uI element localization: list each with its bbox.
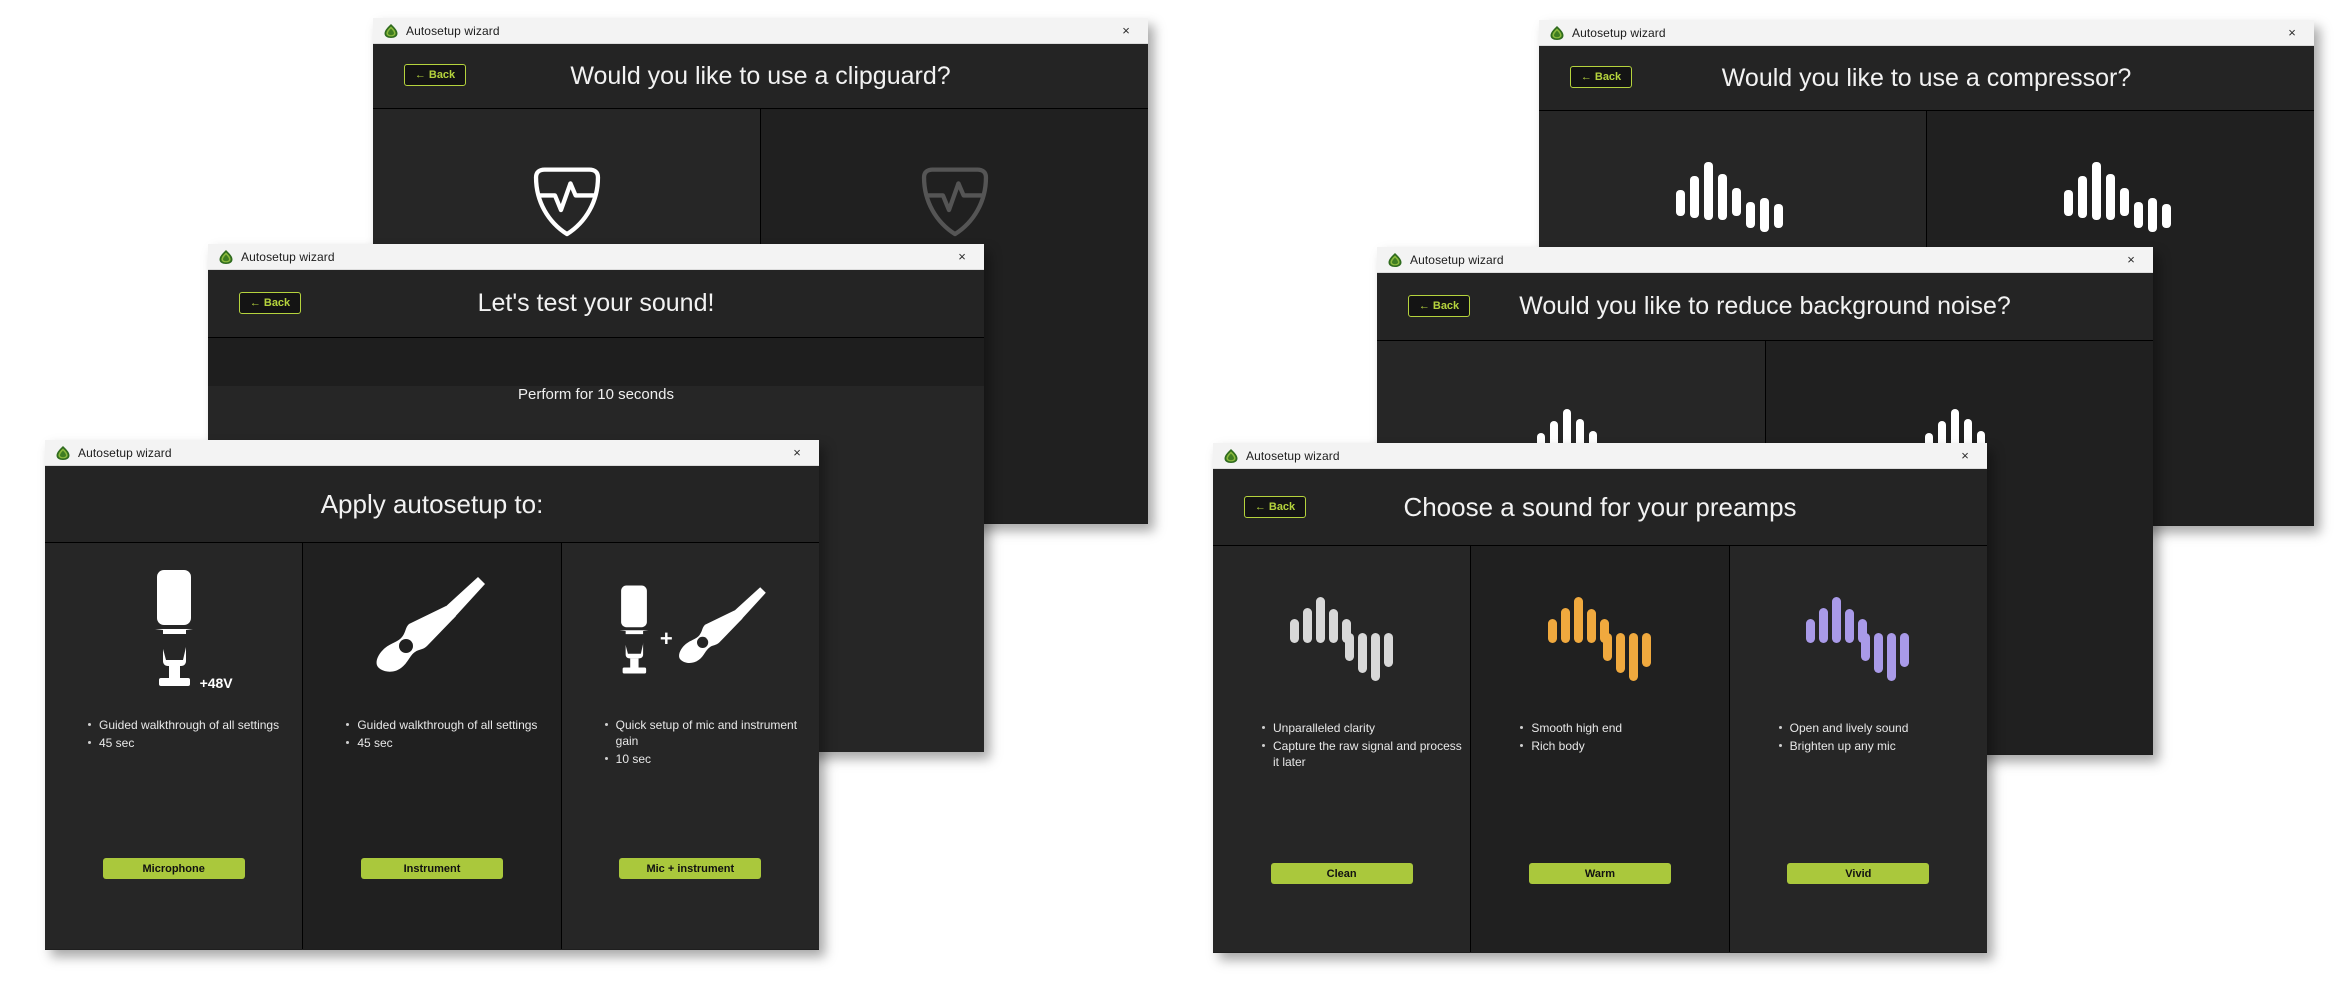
- page-title: Let's test your sound!: [477, 289, 715, 317]
- back-button[interactable]: ← Back: [1570, 66, 1632, 88]
- list-item: Rich body: [1519, 738, 1622, 754]
- feature-list: Guided walkthrough of all settings 45 se…: [87, 717, 279, 753]
- feature-list: Guided walkthrough of all settings 45 se…: [345, 717, 537, 753]
- window-title: Autosetup wizard: [1410, 252, 1504, 267]
- list-item: 10 sec: [604, 751, 819, 767]
- page-title: Choose a sound for your preamps: [1403, 491, 1797, 522]
- titlebar[interactable]: Autosetup wizard ×: [45, 440, 819, 466]
- list-item: Smooth high end: [1519, 720, 1622, 736]
- close-icon[interactable]: ×: [1943, 443, 1987, 469]
- page-title: Apply autosetup to:: [320, 488, 544, 519]
- waveform-warm-icon-zone: [1471, 558, 1728, 708]
- list-item: Quick setup of mic and instrument gain: [604, 717, 819, 749]
- window-title: Autosetup wizard: [241, 249, 335, 264]
- option-warm[interactable]: Smooth high end Rich body Warm: [1470, 546, 1729, 952]
- options-row: +48V Guided walkthrough of all settings …: [45, 543, 819, 949]
- list-item: 45 sec: [345, 735, 537, 751]
- header-band: Apply autosetup to:: [45, 466, 819, 543]
- back-button[interactable]: ← Back: [239, 292, 301, 314]
- feature-list: Quick setup of mic and instrument gain 1…: [604, 717, 819, 769]
- autosetup-leaf-icon: [56, 445, 70, 460]
- clipguard-off-icon: [921, 167, 988, 237]
- option-microphone[interactable]: +48V Guided walkthrough of all settings …: [45, 543, 303, 949]
- titlebar[interactable]: Autosetup wizard ×: [1539, 20, 2314, 46]
- plus-icon: +: [659, 626, 673, 651]
- microphone-icon: [619, 585, 649, 674]
- window-title: Autosetup wizard: [406, 23, 500, 38]
- titlebar[interactable]: Autosetup wizard ×: [208, 244, 984, 270]
- autosetup-leaf-icon: [1550, 25, 1564, 40]
- autosetup-leaf-icon: [384, 23, 398, 38]
- instrument-button[interactable]: Instrument: [360, 858, 503, 879]
- compressor-on-waveform-icon: [1675, 162, 1783, 232]
- window-title: Autosetup wizard: [1246, 448, 1340, 463]
- waveform-clean-icon-zone: [1213, 558, 1470, 708]
- waveform-clean-icon: [1289, 597, 1393, 681]
- mic-plus-instrument-button[interactable]: Mic + instrument: [619, 858, 762, 879]
- titlebar[interactable]: Autosetup wizard ×: [373, 18, 1148, 44]
- compressor-off-waveform-icon: [2063, 162, 2171, 232]
- feature-list: Open and lively sound Brighten up any mi…: [1778, 720, 1909, 756]
- list-item: Guided walkthrough of all settings: [345, 717, 537, 733]
- waveform-vivid-icon-zone: [1730, 558, 1987, 708]
- autosetup-leaf-icon: [1224, 448, 1238, 463]
- clipguard-on-icon: [533, 167, 600, 237]
- titlebar[interactable]: Autosetup wizard ×: [1377, 247, 2153, 273]
- options-row: Unparalleled clarity Capture the raw sig…: [1213, 546, 1987, 952]
- list-item: 45 sec: [87, 735, 279, 751]
- window-choose-preamp-sound[interactable]: Autosetup wizard × ← Back Choose a sound…: [1213, 443, 1987, 953]
- waveform-warm-icon: [1547, 597, 1651, 681]
- header-band: ← Back Choose a sound for your preamps: [1213, 469, 1987, 546]
- list-item: Open and lively sound: [1778, 720, 1908, 736]
- header-band: ← Back Would you like to use a clipguard…: [373, 44, 1148, 109]
- window-apply-autosetup[interactable]: Autosetup wizard × Apply autosetup to: +…: [45, 440, 819, 950]
- page-title: Would you like to use a compressor?: [1721, 63, 2132, 92]
- header-band: ← Back Would you like to use a compresso…: [1539, 46, 2314, 111]
- vivid-button[interactable]: Vivid: [1787, 863, 1930, 884]
- microphone-icon: [154, 569, 193, 686]
- list-item: Unparalleled clarity: [1261, 720, 1470, 736]
- window-title: Autosetup wizard: [1572, 25, 1666, 40]
- screenshot-root: Autosetup wizard × ← Back Would you like…: [0, 0, 2336, 1002]
- feature-list: Smooth high end Rich body: [1519, 720, 1622, 756]
- warm-button[interactable]: Warm: [1528, 863, 1671, 884]
- phantom-power-badge: +48V: [199, 674, 233, 691]
- page-title: Would you like to reduce background nois…: [1519, 292, 2011, 320]
- back-button[interactable]: ← Back: [1408, 295, 1470, 317]
- guitar-icon: [377, 577, 486, 672]
- microphone-button[interactable]: Microphone: [102, 858, 245, 879]
- back-button[interactable]: ← Back: [1244, 496, 1306, 518]
- option-mic-plus-instrument[interactable]: + Quick setup of mic and instrument gain…: [560, 543, 819, 949]
- window-title: Autosetup wizard: [78, 445, 172, 460]
- guitar-icon-zone: [303, 553, 560, 703]
- waveform-vivid-icon: [1806, 597, 1910, 681]
- option-instrument[interactable]: Guided walkthrough of all settings 45 se…: [302, 543, 561, 949]
- header-band: ← Back Would you like to reduce backgrou…: [1377, 273, 2153, 341]
- close-icon[interactable]: ×: [2109, 247, 2153, 273]
- microphone-icon-zone: +48V: [45, 553, 302, 703]
- option-clean[interactable]: Unparalleled clarity Capture the raw sig…: [1213, 546, 1471, 952]
- guitar-icon: [678, 587, 766, 663]
- header-band: ← Back Let's test your sound!: [208, 270, 984, 338]
- close-icon[interactable]: ×: [1104, 18, 1148, 44]
- list-item: Guided walkthrough of all settings: [87, 717, 279, 733]
- list-item: Brighten up any mic: [1778, 738, 1909, 754]
- perform-note: Perform for 10 seconds: [518, 386, 674, 403]
- autosetup-leaf-icon: [1388, 252, 1402, 267]
- titlebar[interactable]: Autosetup wizard ×: [1213, 443, 1987, 469]
- mic-plus-guitar-icon-zone: +: [562, 553, 819, 703]
- option-vivid[interactable]: Open and lively sound Brighten up any mi…: [1728, 546, 1987, 952]
- clean-button[interactable]: Clean: [1270, 863, 1413, 884]
- list-item: Capture the raw signal and process it la…: [1261, 738, 1470, 770]
- page-title: Would you like to use a clipguard?: [570, 61, 951, 90]
- feature-list: Unparalleled clarity Capture the raw sig…: [1261, 720, 1470, 772]
- back-button[interactable]: ← Back: [404, 64, 466, 86]
- autosetup-leaf-icon: [219, 249, 233, 264]
- close-icon[interactable]: ×: [775, 440, 819, 466]
- close-icon[interactable]: ×: [940, 244, 984, 270]
- close-icon[interactable]: ×: [2270, 20, 2314, 46]
